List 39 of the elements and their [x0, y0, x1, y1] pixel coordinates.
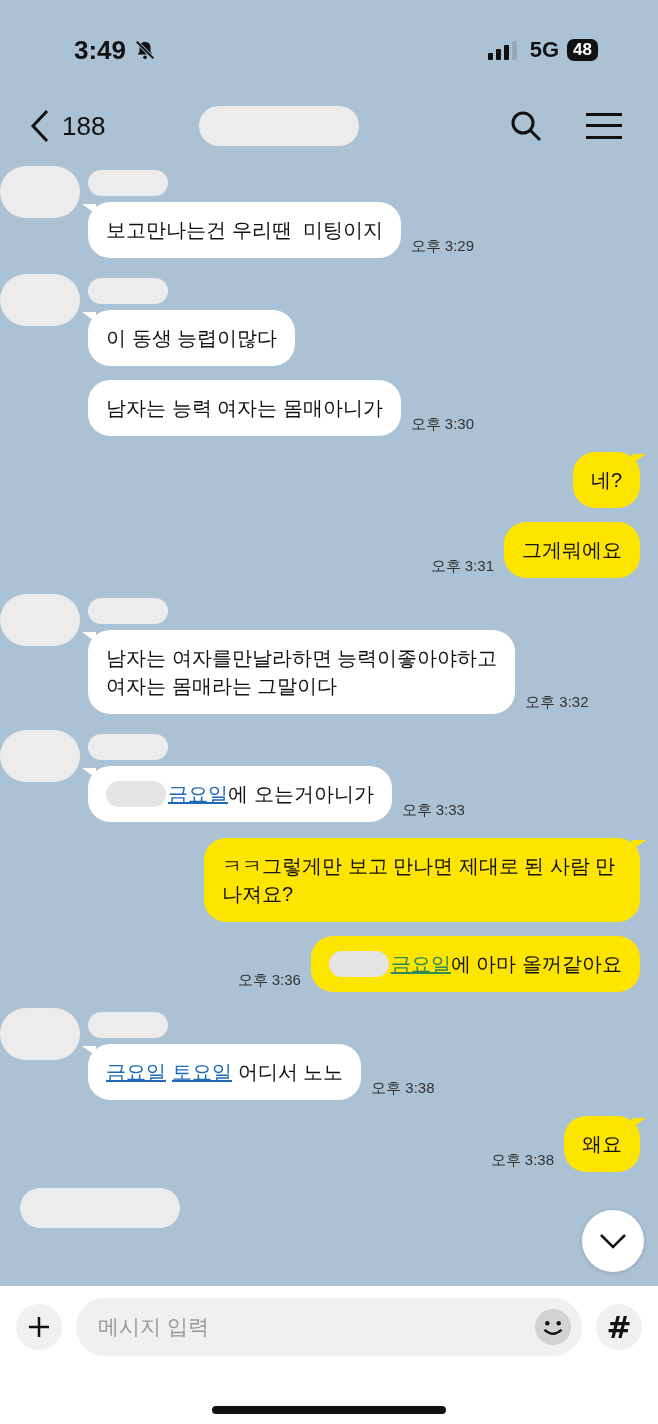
message-text: 이 동생 능렵이많다	[106, 326, 278, 351]
back-icon[interactable]	[30, 109, 50, 143]
message-time: 오후 3:33	[401, 801, 465, 820]
message-time: 오후 3:38	[371, 1079, 435, 1098]
message-text: 남자는 여자를만날라하면 능력이좋아야하고 여자는 몸매라는 그말이다	[106, 646, 498, 699]
search-icon[interactable]	[510, 110, 542, 142]
date-link[interactable]: 금요일	[390, 953, 451, 975]
message-time: 오후 3:38	[490, 1151, 554, 1170]
signal-icon	[487, 40, 518, 60]
message-time: 오후 3:30	[410, 415, 475, 434]
message-field[interactable]: 메시지 입력	[76, 1298, 582, 1356]
date-link[interactable]: 토요일	[172, 1061, 232, 1083]
menu-icon[interactable]	[586, 112, 622, 140]
message-text: 보고만나는건 우리땐 미팅이지	[106, 218, 383, 243]
message-text: 그게뭐에요	[522, 538, 622, 563]
battery-level: 48	[567, 39, 598, 61]
message-text: 남자는 능력 여자는 몸매아니가	[106, 396, 383, 421]
date-link[interactable]: 금요일	[168, 783, 228, 805]
plus-icon[interactable]	[27, 1315, 51, 1339]
hashtag-button[interactable]: #	[596, 1304, 642, 1350]
message-time: 오후 3:31	[430, 557, 494, 576]
message-text: 금요일 토요일 어디서 노노	[106, 1060, 344, 1085]
message-text: 왜요	[582, 1132, 622, 1157]
muted-bell-icon	[134, 39, 157, 61]
message-time: 오후 3:29	[410, 237, 475, 256]
chevron-down-icon[interactable]	[598, 1232, 628, 1250]
date-link[interactable]: 금요일	[106, 1061, 166, 1083]
message-time: 오후 3:36	[237, 971, 301, 990]
message-input-field[interactable]: 메시지 입력	[96, 1314, 534, 1340]
status-time: 3:49	[74, 34, 127, 66]
message-text: 금요일에 오는거아니가	[168, 782, 374, 807]
emoji-icon[interactable]	[534, 1308, 572, 1346]
add-button[interactable]	[16, 1304, 62, 1350]
network-label: 5G	[529, 37, 560, 63]
message-text: ㅋㅋ그렇게만 보고 만나면 제대로 된 사람 만나져요?	[222, 854, 617, 907]
message-time: 오후 3:32	[525, 693, 589, 712]
message-text: 네?	[590, 468, 622, 493]
back-count[interactable]: 188	[62, 110, 106, 142]
message-text: 금요일에 아마 올꺼같아요	[390, 952, 622, 977]
